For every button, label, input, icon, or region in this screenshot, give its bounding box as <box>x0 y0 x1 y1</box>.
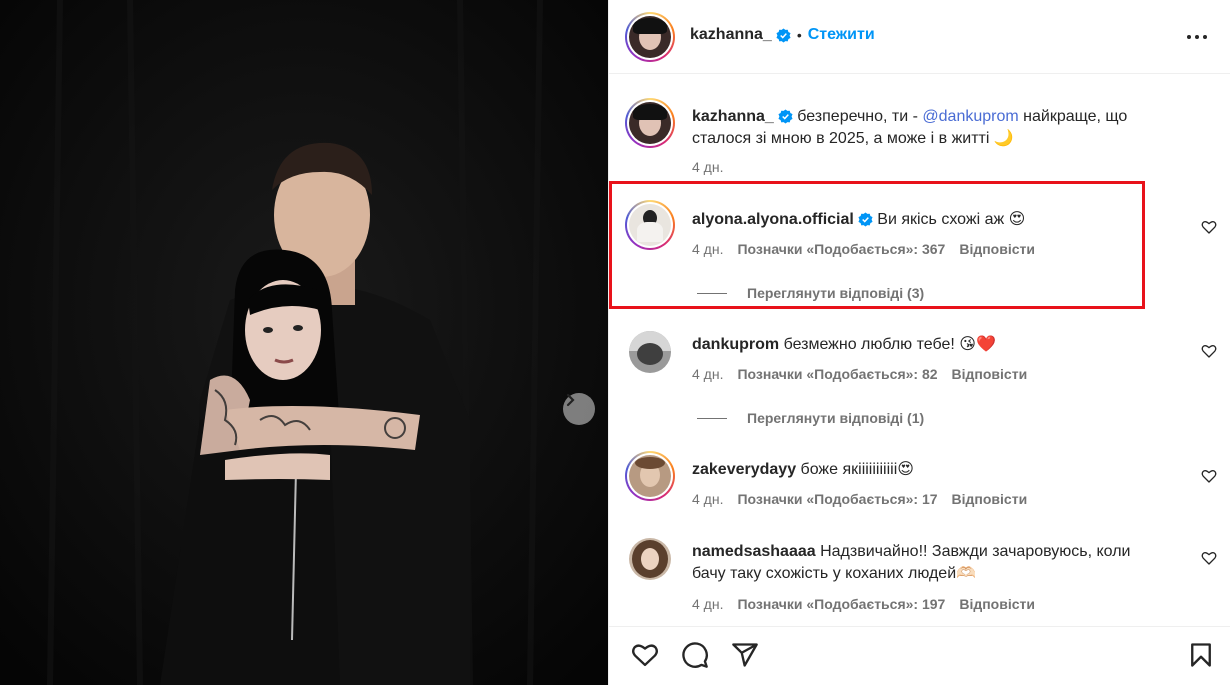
comment-username[interactable]: dankuprom <box>692 336 779 353</box>
caption-text-before: безперечно, ти - <box>797 108 923 125</box>
comment-username[interactable]: alyona.alyona.official <box>692 211 854 228</box>
comment-time[interactable]: 4 дн. <box>692 241 723 257</box>
comment-likes[interactable]: Позначки «Подобається»: 197 <box>737 596 945 612</box>
verified-icon <box>778 109 793 124</box>
comment-text: namedsashaaaa Надзвичайно!! Завжди зачар… <box>692 541 1192 584</box>
comment-avatar[interactable] <box>629 331 671 373</box>
comment-body: Ви якісь схожі аж <box>877 211 1005 228</box>
bookmark-icon[interactable] <box>1187 641 1215 669</box>
verified-icon <box>858 212 873 227</box>
reply-button[interactable]: Відповісти <box>952 366 1028 382</box>
comment-meta: 4 дн. Позначки «Подобається»: 367 Відповіс… <box>692 241 1049 257</box>
view-replies-label: Переглянути відповіді (3) <box>747 285 925 301</box>
chevron-right-icon <box>566 393 575 407</box>
comment-body: боже якііііііііііі <box>800 461 898 478</box>
moon-emoji: 🌙 <box>993 128 1014 147</box>
comment-body: безмежно люблю тебе! <box>783 336 955 353</box>
comment-text: dankuprom безмежно люблю тебе! 😘❤️ <box>692 333 996 355</box>
comment-meta: 4 дн. Позначки «Подобається»: 197 Відповіс… <box>692 596 1049 612</box>
heart-icon[interactable] <box>1201 219 1217 235</box>
kiss-heart-emoji: 😘❤️ <box>959 334 996 353</box>
comment-likes[interactable]: Позначки «Подобається»: 367 <box>737 241 945 257</box>
caption-line2: сталося зі мною в 2025, а може і в житті <box>692 130 990 147</box>
comment-avatar[interactable] <box>625 200 675 250</box>
caption-text-after: найкраще, що <box>1018 108 1128 125</box>
verified-icon <box>776 27 791 43</box>
reply-button[interactable]: Відповісти <box>952 491 1028 507</box>
caption-avatar[interactable] <box>625 98 675 148</box>
caption-mention-link[interactable]: @dankuprom <box>922 108 1018 125</box>
comment-username[interactable]: namedsashaaaa <box>692 543 816 560</box>
comment-likes[interactable]: Позначки «Подобається»: 82 <box>737 366 937 382</box>
comment-icon[interactable] <box>681 641 709 669</box>
post-side-panel: kazhanna_ • Стежити kazhanna_ безперечно… <box>608 0 1230 685</box>
comment-avatar[interactable] <box>625 451 675 501</box>
comment-body-line2: бачу таку схожість у коханих людей <box>692 565 957 582</box>
caption-time[interactable]: 4 дн. <box>692 159 723 175</box>
author-avatar[interactable] <box>625 12 675 62</box>
caption-username[interactable]: kazhanna_ <box>692 108 774 125</box>
heart-icon[interactable] <box>1201 550 1217 566</box>
comment-username[interactable]: zakeverydayy <box>692 461 796 478</box>
comment-body: Надзвичайно!! Завжди зачаровуюсь, коли <box>820 543 1131 560</box>
view-replies-button[interactable]: Переглянути відповіді (3) <box>697 285 924 301</box>
separator-dot: • <box>796 27 802 43</box>
heart-eyes-emoji: 😍 <box>897 459 914 478</box>
comment-time[interactable]: 4 дн. <box>692 366 723 382</box>
header-info: kazhanna_ • Стежити <box>690 26 875 44</box>
follow-button[interactable]: Стежити <box>808 26 875 44</box>
post-photo[interactable] <box>0 0 608 685</box>
author-username[interactable]: kazhanna_ <box>690 26 772 44</box>
like-heart-icon[interactable] <box>631 641 659 669</box>
replies-divider <box>697 417 727 419</box>
comment-meta: 4 дн. Позначки «Подобається»: 17 Відповіст… <box>692 491 1041 507</box>
photo-illustration <box>0 0 608 685</box>
heart-eyes-emoji: 😍 <box>1008 209 1026 228</box>
comment-text: zakeverydayy боже якііііііііііі😍 <box>692 458 914 480</box>
caption-text: kazhanna_ безперечно, ти - @dankuprom на… <box>692 106 1192 149</box>
post-header: kazhanna_ • Стежити <box>609 0 1230 74</box>
view-replies-button[interactable]: Переглянути відповіді (1) <box>697 410 924 426</box>
heart-icon[interactable] <box>1201 343 1217 359</box>
post-actions-bar <box>609 626 1230 685</box>
reply-button[interactable]: Відповісти <box>959 596 1035 612</box>
comment-time[interactable]: 4 дн. <box>692 596 723 612</box>
next-image-button[interactable] <box>563 393 595 425</box>
heart-icon[interactable] <box>1201 468 1217 484</box>
replies-divider <box>697 292 727 294</box>
heart-hands-emoji: 🫶🏻 <box>956 563 977 582</box>
caption-meta: 4 дн. <box>692 159 737 175</box>
comment-time[interactable]: 4 дн. <box>692 491 723 507</box>
comment-meta: 4 дн. Позначки «Подобається»: 82 Відповіст… <box>692 366 1041 382</box>
comment-text: alyona.alyona.official Ви якісь схожі аж… <box>692 208 1025 230</box>
share-icon[interactable] <box>731 641 759 669</box>
reply-button[interactable]: Відповісти <box>959 241 1035 257</box>
more-icon[interactable] <box>1185 27 1209 47</box>
comment-avatar[interactable] <box>629 538 671 580</box>
comment-likes[interactable]: Позначки «Подобається»: 17 <box>737 491 937 507</box>
view-replies-label: Переглянути відповіді (1) <box>747 410 925 426</box>
